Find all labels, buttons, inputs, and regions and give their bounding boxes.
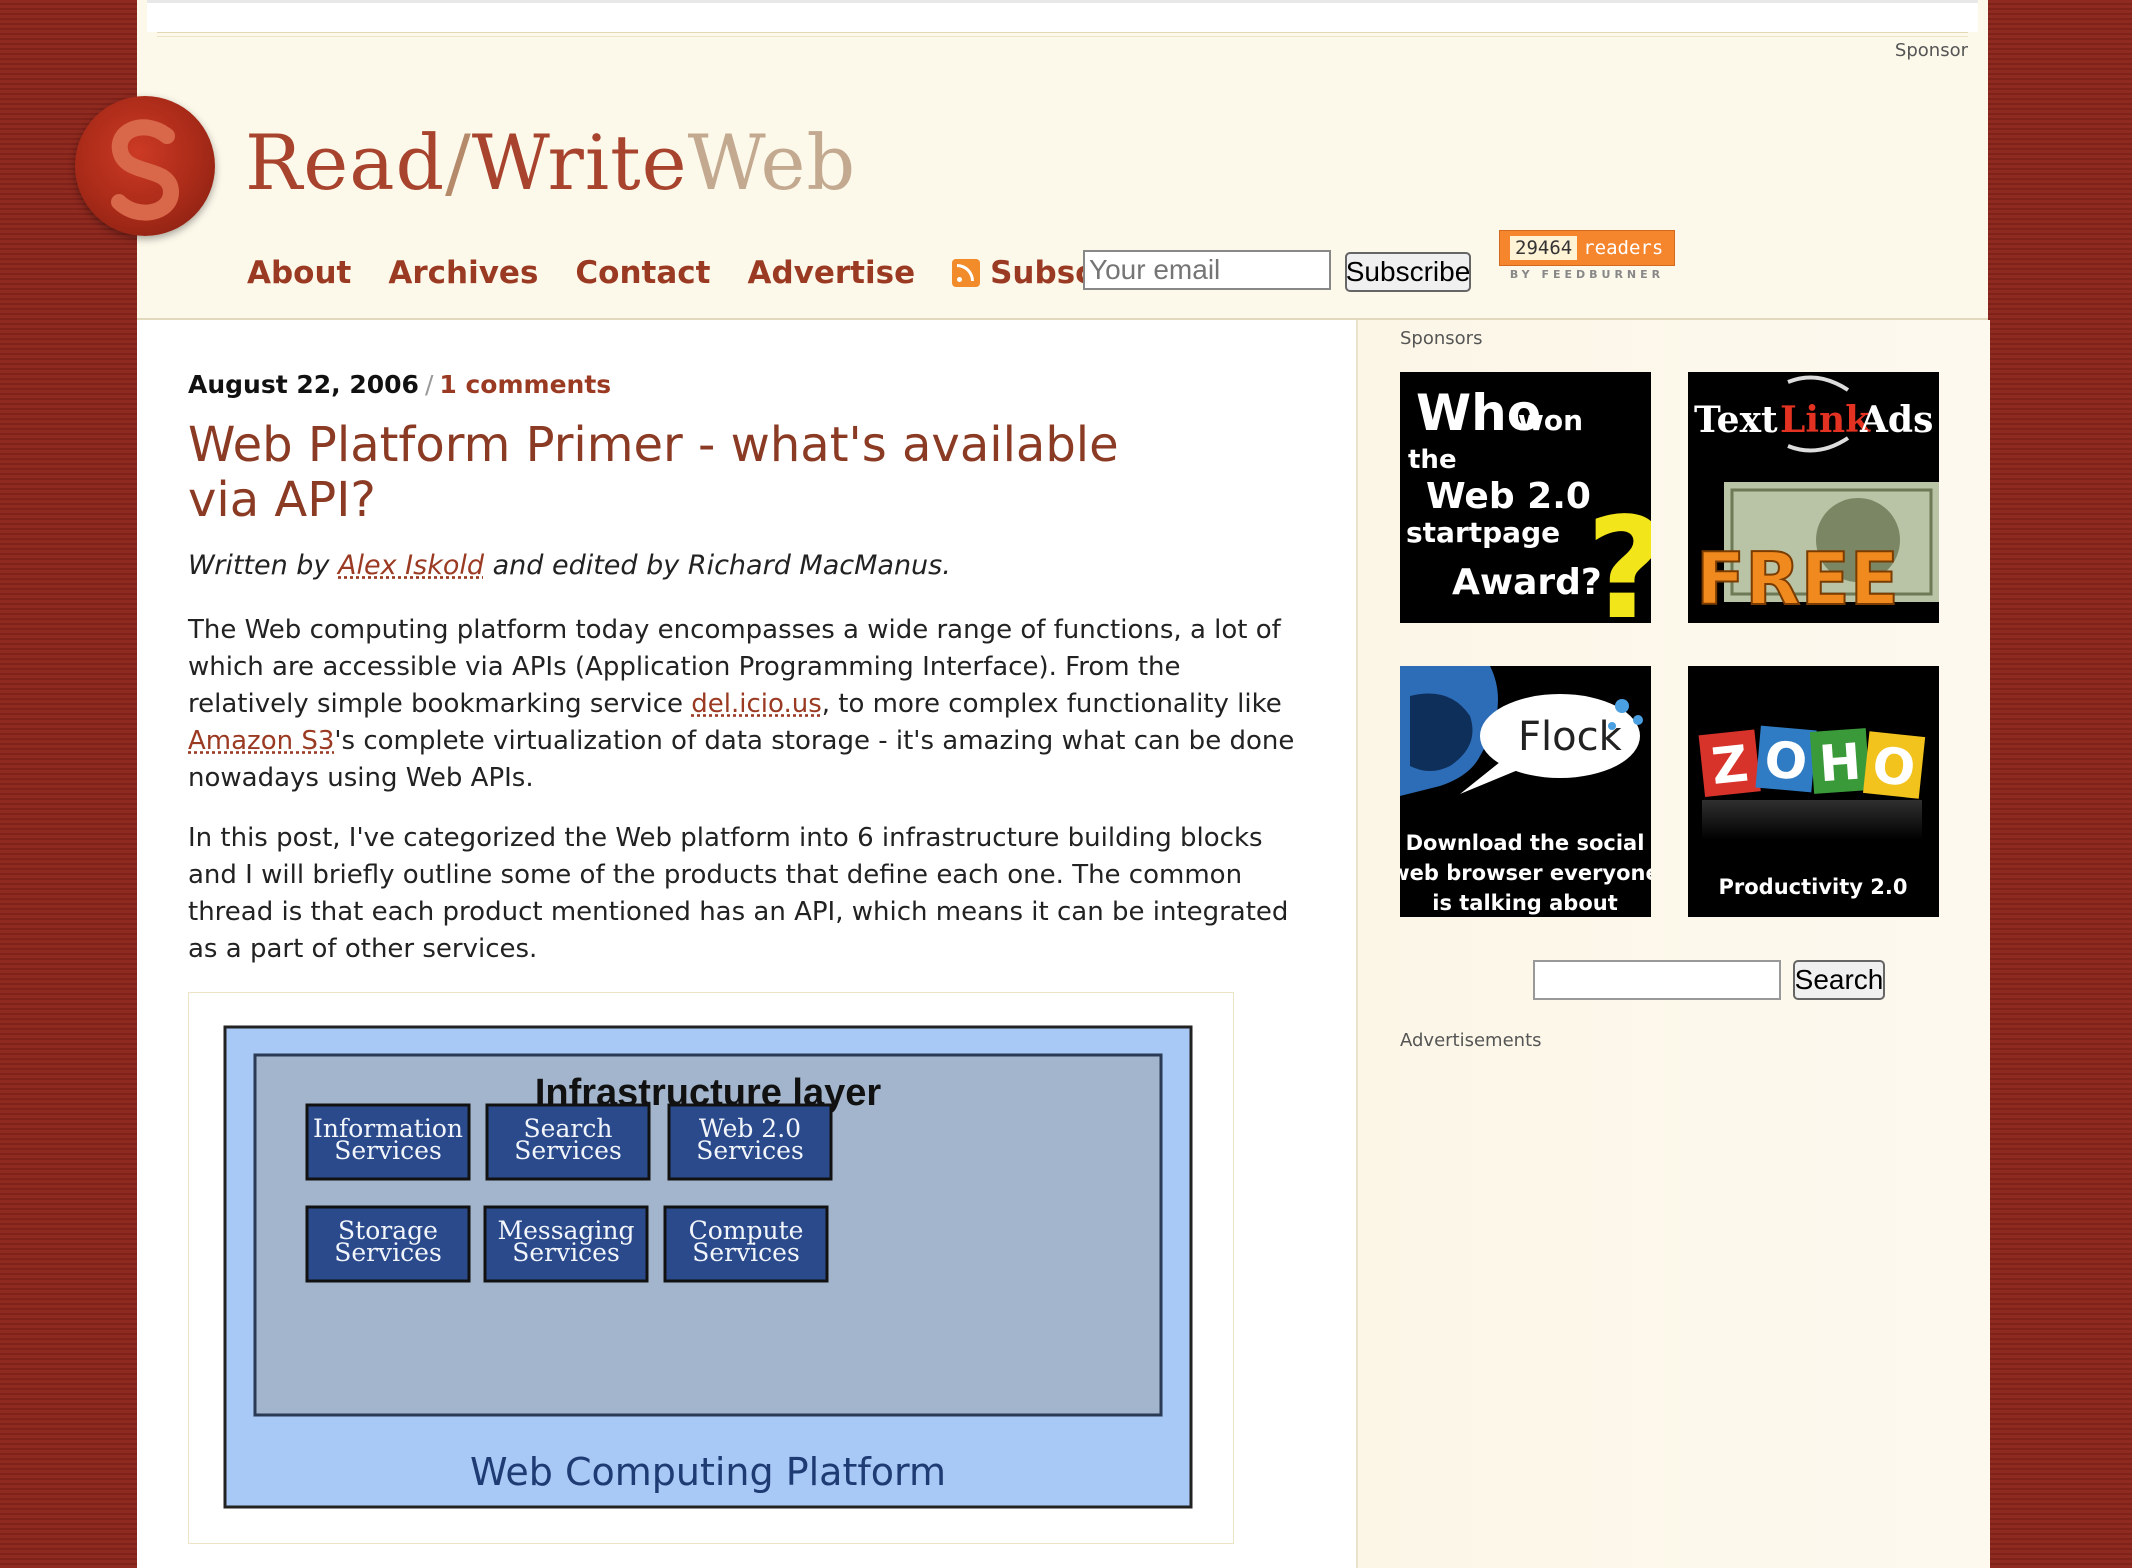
nav-archives[interactable]: Archives bbox=[388, 255, 538, 291]
readers-label: readers bbox=[1583, 237, 1664, 259]
ad1-startpage: startpage bbox=[1406, 516, 1560, 549]
email-input[interactable] bbox=[1083, 250, 1331, 290]
nav-contact[interactable]: Contact bbox=[575, 255, 710, 291]
ad2-text: Text bbox=[1694, 399, 1778, 441]
ad3-line3: is talking about bbox=[1432, 891, 1618, 915]
header-rule bbox=[157, 32, 1968, 33]
messaging-services-block-line2: Services bbox=[512, 1238, 620, 1267]
comments-link[interactable]: 1 comments bbox=[439, 370, 611, 399]
ad2-free: FREE bbox=[1696, 537, 1899, 621]
post-byline: Written by Alex Iskold and edited by Ric… bbox=[188, 550, 951, 581]
storage-services-block: StorageServices bbox=[305, 1205, 471, 1283]
search-services-block: SearchServices bbox=[485, 1103, 651, 1181]
zoho-ad[interactable]: Z O H O Productivity 2.0 bbox=[1688, 666, 1939, 917]
logo-read-write: Read/Write bbox=[245, 118, 688, 207]
search-input[interactable] bbox=[1533, 960, 1781, 1000]
ad1-award: Award? bbox=[1452, 562, 1602, 603]
feedburner-badge[interactable]: 29464 readers BY FEEDBURNER bbox=[1499, 230, 1675, 282]
post-column: August 22, 2006/1 comments Web Platform … bbox=[137, 320, 1356, 1568]
ad3-brand: Flock bbox=[1518, 714, 1623, 760]
ad2-link: Link bbox=[1780, 399, 1871, 441]
search-button[interactable]: Search bbox=[1793, 960, 1885, 1000]
main-nav: About Archives Contact Advertise Subscri… bbox=[247, 250, 1163, 296]
logo-web: Web bbox=[687, 118, 857, 207]
ad1-the: the bbox=[1408, 445, 1457, 475]
text-link-ads-ad[interactable]: Text Link Ads FREE bbox=[1688, 372, 1939, 623]
post-meta: August 22, 2006/1 comments bbox=[188, 370, 611, 399]
byline-prefix: Written by bbox=[188, 550, 330, 581]
post-date: August 22, 2006 bbox=[188, 370, 419, 399]
svg-text:H: H bbox=[1817, 733, 1863, 794]
post-title[interactable]: Web Platform Primer - what's available v… bbox=[188, 418, 1138, 528]
flock-ad[interactable]: Flock Download the social web browser ev… bbox=[1400, 666, 1651, 917]
web20-award-ad[interactable]: Who won the Web 2.0 startpage Award? ? bbox=[1400, 372, 1651, 623]
ad3-line1: Download the social bbox=[1406, 831, 1645, 855]
amazon-s3-link[interactable]: Amazon S3 bbox=[188, 726, 334, 756]
svg-text:O: O bbox=[1762, 730, 1809, 791]
sponsor-label: Sponsor bbox=[1894, 40, 1968, 61]
storage-services-block-line2: Services bbox=[334, 1238, 442, 1267]
rss-feed-icon[interactable] bbox=[952, 259, 981, 287]
para1-text-b: , to more complex functionality like bbox=[821, 689, 1282, 719]
ad4-tagline: Productivity 2.0 bbox=[1719, 875, 1908, 899]
feedburner-label: BY FEEDBURNER bbox=[1509, 268, 1665, 281]
post-paragraph-2: In this post, I've categorized the Web p… bbox=[188, 823, 1289, 964]
author-link[interactable]: Alex Iskold bbox=[338, 550, 484, 581]
page-container: Sponsor Read/WriteWeb About Archives Con… bbox=[75, 0, 1990, 1568]
byline-suffix: and edited by Richard MacManus. bbox=[492, 550, 951, 581]
feedburner-counter: 29464 readers bbox=[1499, 230, 1675, 266]
nav-advertise[interactable]: Advertise bbox=[747, 255, 915, 291]
header-rule-2 bbox=[157, 36, 1968, 37]
subscribe-button[interactable]: Subscribe bbox=[1345, 252, 1471, 292]
ad3-line2: web browser everyone bbox=[1400, 861, 1651, 885]
sponsors-label: Sponsors bbox=[1400, 328, 1483, 349]
advertisements-label: Advertisements bbox=[1400, 1030, 1542, 1051]
rww-swirl-logo-icon[interactable] bbox=[75, 96, 215, 236]
svg-text:O: O bbox=[1870, 736, 1918, 798]
nav-about[interactable]: About bbox=[247, 255, 351, 291]
para1-text-c: 's complete virtualization of data stora… bbox=[188, 726, 1295, 793]
post-paragraph-1: The Web computing platform today encompa… bbox=[188, 612, 1308, 797]
compute-services-block-line2: Services bbox=[692, 1238, 800, 1267]
top-strip bbox=[147, 0, 1978, 32]
web20-services-block-line2: Services bbox=[696, 1136, 804, 1165]
messaging-services-block: MessagingServices bbox=[483, 1205, 649, 1283]
web-platform-diagram: Infrastructure layer Information Services… bbox=[188, 992, 1234, 1544]
question-mark-icon: ? bbox=[1586, 488, 1651, 623]
site-header: Sponsor Read/WriteWeb About Archives Con… bbox=[75, 0, 1988, 320]
sidebar: Sponsors Who won the Web 2.0 startpage A… bbox=[1356, 320, 1990, 1568]
ad1-web20: Web 2.0 bbox=[1426, 476, 1591, 517]
reader-count: 29464 bbox=[1510, 236, 1578, 260]
ad1-won: won bbox=[1518, 404, 1583, 437]
meta-separator: / bbox=[424, 370, 434, 399]
diagram-svg: Infrastructure layer InformationServices… bbox=[223, 1025, 1193, 1509]
ad2-ads: Ads bbox=[1859, 399, 1933, 441]
svg-text:Z: Z bbox=[1709, 734, 1751, 795]
platform-label: Web Computing Platform bbox=[470, 1450, 946, 1494]
compute-services-block: ComputeServices bbox=[663, 1205, 829, 1283]
delicious-link[interactable]: del.icio.us bbox=[691, 689, 821, 719]
information-services-block-line2: Services bbox=[334, 1136, 442, 1165]
information-services-block: InformationServices bbox=[305, 1103, 471, 1181]
site-logo[interactable]: Read/WriteWeb bbox=[245, 118, 856, 207]
search-services-block-line2: Services bbox=[514, 1136, 622, 1165]
web20-services-block: Web 2.0Services bbox=[667, 1103, 833, 1181]
